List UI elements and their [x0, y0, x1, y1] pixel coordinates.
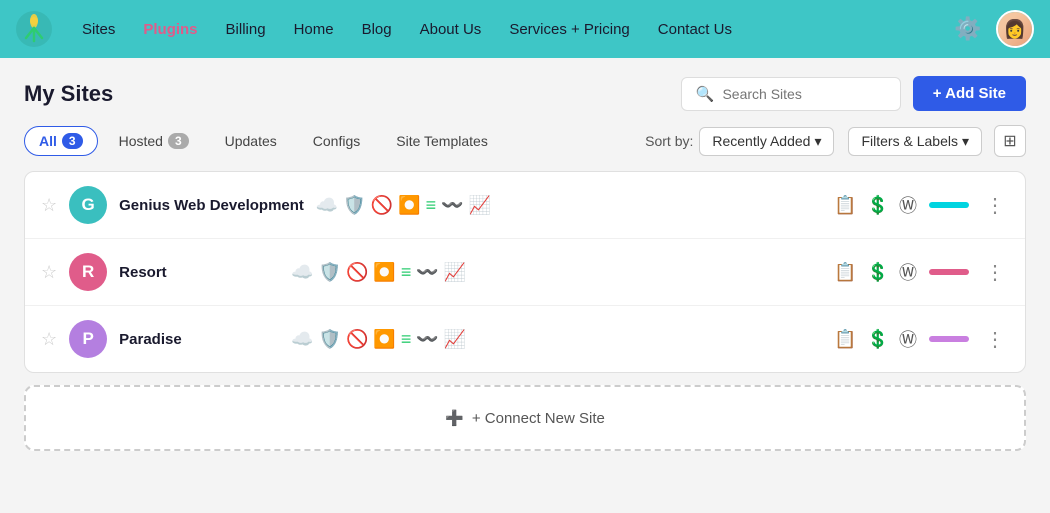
favorite-star-1[interactable]: ☆ — [41, 195, 57, 216]
list-icon: ≡ — [401, 329, 412, 350]
copy-icon[interactable]: 📋 — [834, 195, 856, 216]
cloud-icon: ☁️ — [291, 329, 313, 350]
page-header: My Sites 🔍 + Add Site — [24, 58, 1026, 125]
site-actions-3: 📋 💲 Ⓦ — [834, 326, 917, 352]
header-right: 🔍 + Add Site — [681, 76, 1026, 111]
table-row: ☆ G Genius Web Development ☁️ 🛡️ 🚫 ⏺️ ≡ … — [25, 172, 1025, 239]
nav-blog[interactable]: Blog — [348, 13, 406, 46]
billing-icon[interactable]: 💲 — [867, 329, 889, 350]
filter-all[interactable]: All 3 — [24, 126, 98, 156]
wave-icon: 〰️ — [441, 195, 463, 216]
list-icon: ≡ — [401, 262, 412, 283]
favorite-star-2[interactable]: ☆ — [41, 262, 57, 283]
site-avatar-3: P — [69, 320, 107, 358]
site-name-2: Resort — [119, 264, 279, 281]
page-title: My Sites — [24, 81, 113, 107]
site-list: ☆ G Genius Web Development ☁️ 🛡️ 🚫 ⏺️ ≡ … — [24, 171, 1026, 373]
filter-hosted[interactable]: Hosted 3 — [104, 126, 204, 156]
search-box: 🔍 — [681, 77, 901, 111]
wave-icon: 〰️ — [416, 329, 438, 350]
shield-icon: 🛡️ — [343, 195, 365, 216]
shield-icon: 🛡️ — [319, 329, 341, 350]
chart-icon: 📈 — [444, 262, 466, 283]
chart-icon: 📈 — [469, 195, 491, 216]
nav-plugins[interactable]: Plugins — [129, 13, 211, 46]
site-actions-2: 📋 💲 Ⓦ — [834, 259, 917, 285]
cloud-icon: ☁️ — [316, 195, 338, 216]
search-icon: 🔍 — [696, 85, 715, 103]
logo[interactable] — [16, 11, 52, 47]
cloud-icon: ☁️ — [291, 262, 313, 283]
all-count-badge: 3 — [62, 133, 83, 149]
chart-icon: 📈 — [444, 329, 466, 350]
site-name-1: Genius Web Development — [119, 197, 304, 214]
site-name-3: Paradise — [119, 331, 279, 348]
shield-icon: 🛡️ — [319, 262, 341, 283]
search-input[interactable] — [722, 86, 885, 102]
nav-services[interactable]: Services + Pricing — [495, 13, 643, 46]
nav-right: ⚙️ 👩 — [952, 10, 1034, 48]
wordpress-icon[interactable]: Ⓦ — [899, 192, 917, 218]
nav-home[interactable]: Home — [280, 13, 348, 46]
billing-icon[interactable]: 💲 — [867, 262, 889, 283]
sort-by-label: Sort by: — [645, 133, 693, 149]
site-color-bar-1 — [929, 202, 969, 208]
list-icon: ≡ — [426, 195, 437, 216]
site-actions-1: 📋 💲 Ⓦ — [834, 192, 917, 218]
site-avatar-1: G — [69, 186, 107, 224]
nav-sites[interactable]: Sites — [68, 13, 129, 46]
sort-dropdown[interactable]: Recently Added ▾ — [699, 127, 834, 156]
more-options-2[interactable]: ⋮ — [981, 260, 1009, 285]
hosted-count-badge: 3 — [168, 133, 189, 149]
wordpress-icon[interactable]: Ⓦ — [899, 259, 917, 285]
settings-icon[interactable]: ⚙️ — [952, 13, 984, 45]
filters-labels-button[interactable]: Filters & Labels ▾ — [848, 127, 982, 156]
stack-icon: ⏺️ — [373, 329, 395, 350]
billing-icon[interactable]: 💲 — [867, 195, 889, 216]
connect-new-site-button[interactable]: ➕ + Connect New Site — [24, 385, 1026, 451]
site-icons-2: ☁️ 🛡️ 🚫 ⏺️ ≡ 〰️ 📈 — [291, 262, 822, 283]
filter-updates[interactable]: Updates — [210, 126, 292, 156]
site-icons-3: ☁️ 🛡️ 🚫 ⏺️ ≡ 〰️ 📈 — [291, 329, 822, 350]
block-icon: 🚫 — [346, 329, 368, 350]
stack-icon: ⏺️ — [398, 195, 420, 216]
nav-billing[interactable]: Billing — [212, 13, 280, 46]
block-icon: 🚫 — [371, 195, 393, 216]
nav-about[interactable]: About Us — [406, 13, 496, 46]
block-icon: 🚫 — [346, 262, 368, 283]
table-row: ☆ P Paradise ☁️ 🛡️ 🚫 ⏺️ ≡ 〰️ 📈 📋 💲 Ⓦ ⋮ — [25, 306, 1025, 372]
avatar[interactable]: 👩 — [996, 10, 1034, 48]
more-options-1[interactable]: ⋮ — [981, 193, 1009, 218]
site-color-bar-2 — [929, 269, 969, 275]
favorite-star-3[interactable]: ☆ — [41, 329, 57, 350]
copy-icon[interactable]: 📋 — [834, 329, 856, 350]
wordpress-icon[interactable]: Ⓦ — [899, 326, 917, 352]
chevron-down-icon-2: ▾ — [962, 133, 969, 150]
wave-icon: 〰️ — [416, 262, 438, 283]
stack-icon: ⏺️ — [373, 262, 395, 283]
copy-icon[interactable]: 📋 — [834, 262, 856, 283]
more-options-3[interactable]: ⋮ — [981, 327, 1009, 352]
nav-links: Sites Plugins Billing Home Blog About Us… — [68, 13, 952, 46]
grid-view-toggle[interactable]: ⊞ — [994, 125, 1026, 157]
site-icons-1: ☁️ 🛡️ 🚫 ⏺️ ≡ 〰️ 📈 — [316, 195, 822, 216]
navbar: Sites Plugins Billing Home Blog About Us… — [0, 0, 1050, 58]
chevron-down-icon: ▾ — [814, 133, 821, 150]
filter-site-templates[interactable]: Site Templates — [381, 126, 503, 156]
table-row: ☆ R Resort ☁️ 🛡️ 🚫 ⏺️ ≡ 〰️ 📈 📋 💲 Ⓦ ⋮ — [25, 239, 1025, 306]
nav-contact[interactable]: Contact Us — [644, 13, 746, 46]
filter-bar: All 3 Hosted 3 Updates Configs Site Temp… — [24, 125, 1026, 157]
main-content: My Sites 🔍 + Add Site All 3 Hosted 3 Upd… — [0, 58, 1050, 513]
filter-configs[interactable]: Configs — [298, 126, 375, 156]
site-avatar-2: R — [69, 253, 107, 291]
site-color-bar-3 — [929, 336, 969, 342]
add-site-button[interactable]: + Add Site — [913, 76, 1026, 111]
connect-plus-icon: ➕ — [445, 409, 464, 427]
